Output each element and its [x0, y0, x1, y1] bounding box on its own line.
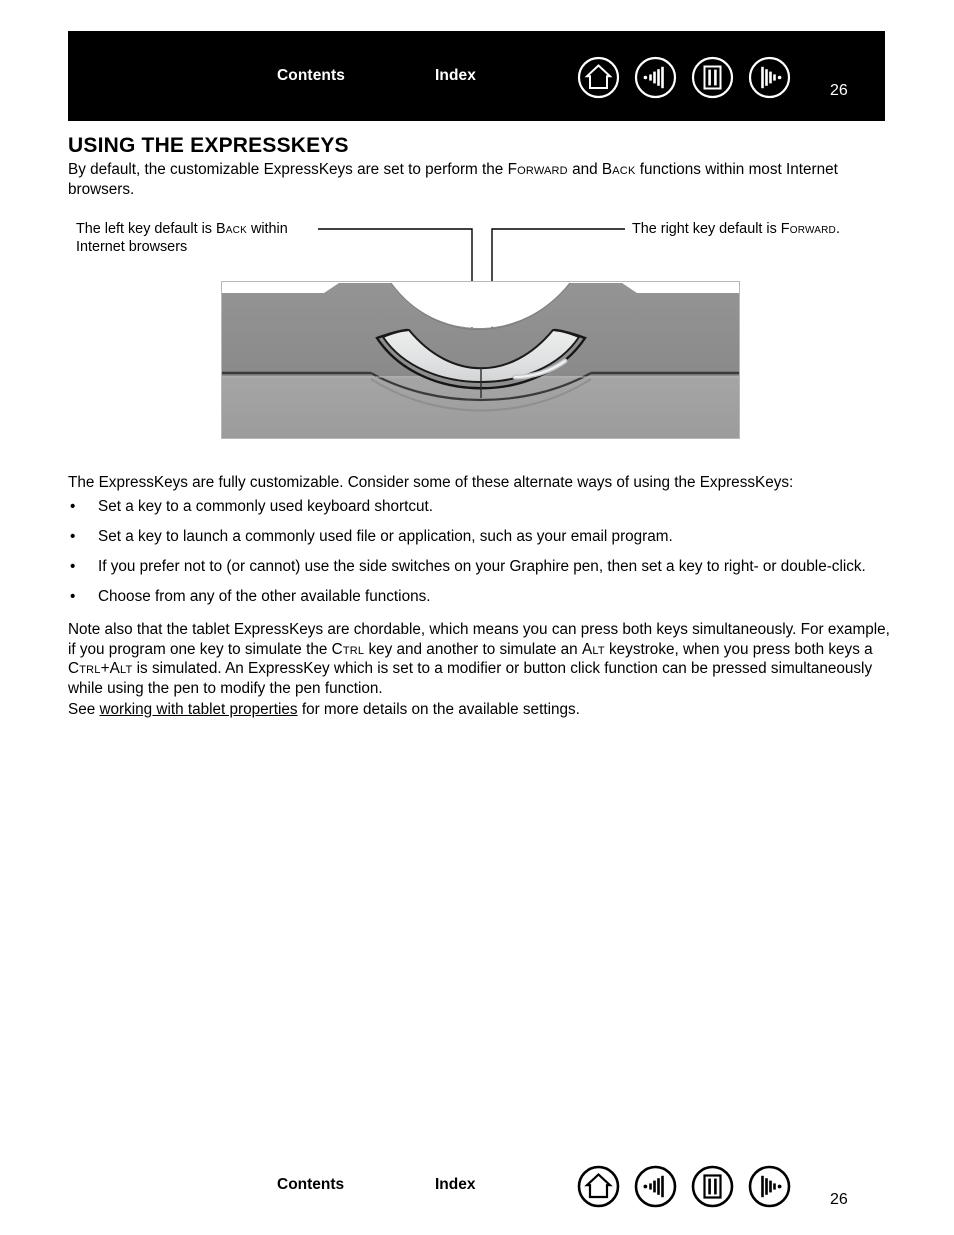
page-header-bar: Contents Index 26 — [68, 31, 885, 121]
pages-icon[interactable] — [690, 1164, 735, 1209]
intro-forward: Forward — [507, 161, 568, 178]
list-item-text: Set a key to launch a commonly used file… — [98, 528, 673, 545]
note-alt-1: Alt — [581, 640, 605, 658]
tablet-expresskeys-illustration — [221, 281, 740, 439]
pages-icon[interactable] — [690, 55, 735, 100]
note-ctrl-1: Ctrl — [331, 640, 365, 658]
see-prefix: See — [68, 701, 100, 718]
customizable-paragraph: The ExpressKeys are fully customizable. … — [68, 474, 794, 491]
next-view-icon[interactable] — [747, 55, 792, 100]
intro-part2: and — [567, 161, 602, 178]
list-item: • Set a key to a commonly used keyboard … — [68, 497, 898, 517]
callout-left-back: Back — [215, 221, 247, 237]
list-item-text: Set a key to a commonly used keyboard sh… — [98, 498, 434, 515]
next-view-icon[interactable] — [747, 1164, 792, 1209]
page-footer: Contents Index 26 — [68, 1157, 885, 1219]
home-icon[interactable] — [576, 1164, 621, 1209]
home-icon[interactable] — [576, 55, 621, 100]
previous-view-icon[interactable] — [633, 55, 678, 100]
page-title: USING THE EXPRESSKEYS — [68, 134, 349, 157]
note-part3: keystroke, when you press both keys a — [604, 640, 873, 658]
bullet-dot-icon: • — [70, 588, 76, 605]
callout-right-part2: . — [835, 221, 840, 237]
expresskeys-usage-list: • Set a key to a commonly used keyboard … — [68, 497, 898, 617]
footer-contents-link[interactable]: Contents — [277, 1176, 344, 1194]
header-index-link[interactable]: Index — [435, 67, 476, 85]
header-page-number: 26 — [830, 82, 848, 99]
list-item: • Choose from any of the other available… — [68, 587, 898, 607]
callout-right-forward: Forward — [780, 221, 836, 237]
footer-index-link[interactable]: Index — [435, 1176, 475, 1194]
bullet-dot-icon: • — [70, 498, 76, 515]
intro-back: Back — [601, 161, 636, 178]
see-also-paragraph: See working with tablet properties for m… — [68, 700, 893, 720]
tablet-properties-link[interactable]: working with tablet properties — [99, 701, 297, 718]
callout-right-key: The right key default is Forward. — [632, 220, 892, 238]
see-suffix: for more details on the available settin… — [297, 701, 580, 718]
callout-left-part1: The left key default is — [76, 221, 216, 237]
callout-left-key: The left key default is Back within Inte… — [76, 220, 316, 256]
header-icon-row — [576, 55, 792, 100]
list-item: • If you prefer not to (or cannot) use t… — [68, 557, 898, 577]
note-plus: + — [100, 660, 110, 677]
footer-page-number: 26 — [830, 1191, 848, 1208]
intro-paragraph: By default, the customizable ExpressKeys… — [68, 160, 888, 199]
footer-icon-row — [576, 1164, 792, 1209]
header-contents-link[interactable]: Contents — [277, 67, 345, 85]
note-part2: key and another to simulate an — [364, 640, 582, 658]
list-item: • Set a key to launch a commonly used fi… — [68, 527, 898, 547]
note-part5: is simulated. An ExpressKey which is set… — [68, 660, 873, 697]
bullet-dot-icon: • — [70, 558, 76, 575]
list-item-text: Choose from any of the other available f… — [98, 588, 431, 605]
intro-part1: By default, the customizable ExpressKeys… — [68, 161, 508, 178]
previous-view-icon[interactable] — [633, 1164, 678, 1209]
bullet-dot-icon: • — [70, 528, 76, 545]
chordable-note-paragraph: Note also that the tablet ExpressKeys ar… — [68, 620, 893, 698]
note-ctrl-2: Ctrl — [68, 660, 101, 677]
list-item-text: If you prefer not to (or cannot) use the… — [98, 558, 866, 575]
callout-right-part1: The right key default is — [632, 221, 781, 237]
note-alt-2: Alt — [109, 660, 133, 677]
